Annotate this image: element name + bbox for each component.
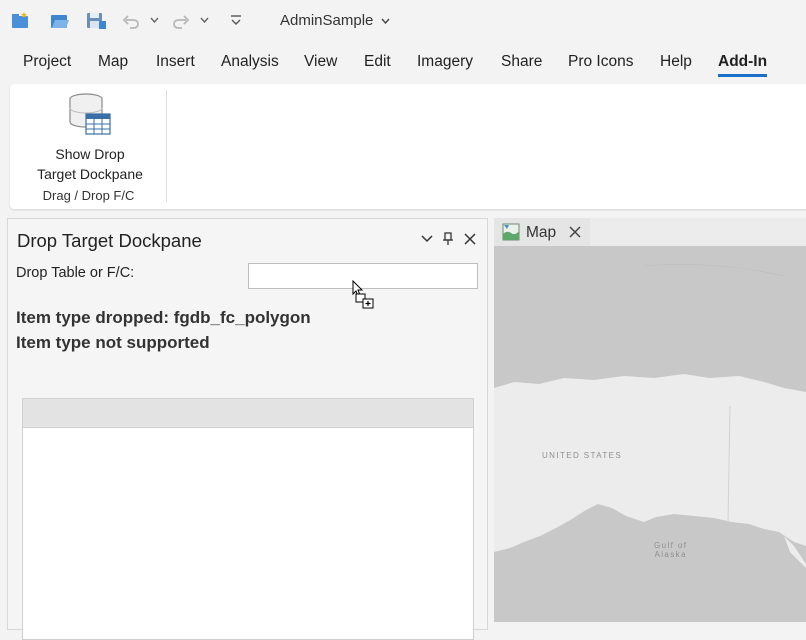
save-project-icon[interactable] — [85, 10, 107, 32]
table-database-icon — [69, 93, 111, 135]
drop-table-label: Drop Table or F/C: — [16, 265, 135, 281]
show-drop-target-dockpane-button[interactable]: Show Drop Target Dockpane — [24, 90, 156, 182]
ribbon-panel: Show Drop Target Dockpane Drag / Drop F/… — [10, 84, 806, 209]
tab-imagery[interactable]: Imagery — [417, 53, 473, 71]
map-tab-bar: Map — [494, 218, 806, 246]
undo-dropdown-icon[interactable] — [150, 14, 159, 26]
show-drop-target-label: Show Drop Target Dockpane — [24, 144, 156, 184]
results-grid[interactable] — [22, 398, 474, 640]
map-tab-label: Map — [526, 224, 557, 241]
tab-view[interactable]: View — [304, 53, 337, 71]
undo-icon[interactable] — [120, 10, 142, 32]
grid-header — [23, 399, 473, 428]
map-canvas[interactable]: UNITED STATES Gulf of Alaska — [494, 246, 806, 622]
new-project-icon[interactable] — [10, 10, 32, 32]
close-icon[interactable] — [462, 231, 478, 247]
app-title-label: AdminSample — [280, 12, 374, 29]
pin-icon[interactable] — [440, 231, 456, 247]
tab-pro-icons[interactable]: Pro Icons — [568, 53, 633, 71]
gulf-label-line1: Gulf of — [654, 541, 688, 550]
country-label: UNITED STATES — [542, 451, 623, 460]
item-type-dropped-text: Item type dropped: fgdb_fc_polygon — [16, 308, 311, 327]
close-map-tab-icon[interactable] — [568, 225, 582, 239]
map-icon — [502, 223, 520, 241]
chevron-down-icon — [381, 18, 390, 25]
tab-project[interactable]: Project — [23, 53, 71, 71]
ribbon-tabs: Project Map Insert Analysis View Edit Im… — [0, 44, 806, 82]
tab-add-in[interactable]: Add-In — [718, 53, 768, 77]
dockpane-options-icon[interactable] — [419, 231, 435, 247]
app-title[interactable]: AdminSample — [280, 12, 390, 29]
quick-access-toolbar: AdminSample — [0, 0, 806, 44]
basemap — [494, 246, 806, 622]
tab-share[interactable]: Share — [501, 53, 542, 71]
gulf-label-line2: Alaska — [654, 550, 687, 559]
ribbon-group-label: Drag / Drop F/C — [42, 188, 135, 203]
button-label-line1: Show Drop — [55, 146, 125, 162]
redo-dropdown-icon[interactable] — [200, 14, 209, 26]
drag-copy-cursor-icon — [352, 280, 374, 309]
tab-help[interactable]: Help — [660, 53, 692, 71]
dockpane-title: Drop Target Dockpane — [17, 230, 202, 251]
customize-quick-access-icon[interactable] — [225, 10, 247, 32]
open-project-icon[interactable] — [49, 10, 71, 32]
button-label-line2: Target Dockpane — [37, 166, 143, 182]
tab-edit[interactable]: Edit — [364, 53, 391, 71]
item-type-support-text: Item type not supported — [16, 333, 210, 352]
tab-map-view[interactable]: Map — [494, 218, 590, 246]
tab-insert[interactable]: Insert — [156, 53, 195, 71]
tab-map[interactable]: Map — [98, 53, 128, 71]
tab-analysis[interactable]: Analysis — [221, 53, 279, 71]
gulf-label: Gulf of Alaska — [654, 541, 687, 559]
ribbon-group-separator — [166, 90, 167, 202]
drop-target-dockpane: Drop Target Dockpane Drop Table or F/C: … — [7, 218, 488, 640]
redo-icon[interactable] — [170, 10, 192, 32]
